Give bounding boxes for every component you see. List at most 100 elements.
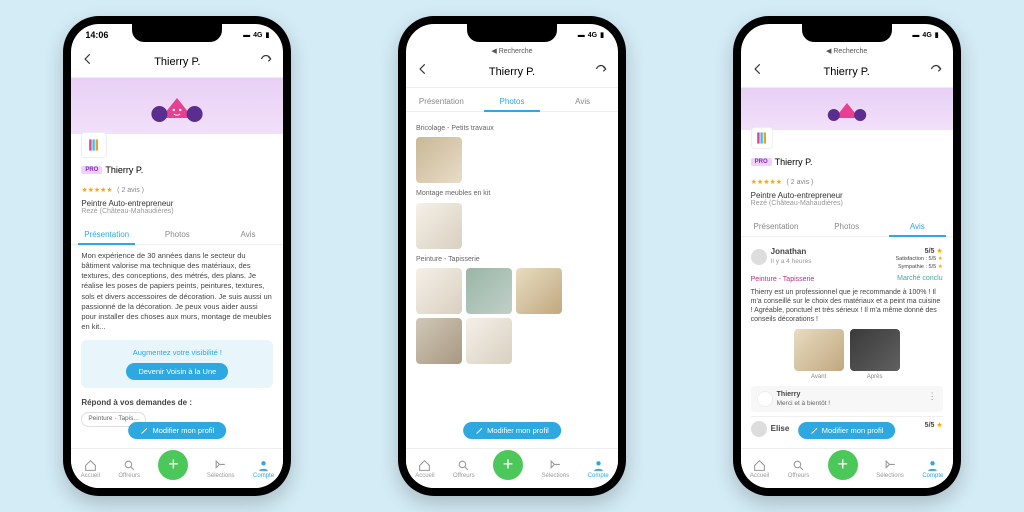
more-icon[interactable]: ⋮: [928, 390, 937, 402]
nav-add[interactable]: +: [493, 450, 523, 480]
tabs: Présentation Photos Avis: [71, 225, 283, 245]
tab-avis[interactable]: Avis: [547, 92, 618, 111]
avatar[interactable]: [81, 132, 107, 158]
photo-cat-2: Montage meubles en kit: [416, 189, 608, 198]
nav-selections[interactable]: Sélections: [876, 459, 904, 479]
back-icon[interactable]: [751, 62, 765, 81]
tab-photos[interactable]: Photos: [811, 217, 882, 236]
nav-account[interactable]: Compte: [922, 459, 943, 479]
photo-thumb[interactable]: [416, 268, 462, 314]
profile-block: PROThierry P. ★★★★★ ( 2 avis ) Peintre A…: [71, 134, 283, 221]
bottom-nav: Accueil Offreurs + Sélections Compte: [406, 448, 618, 488]
back-icon[interactable]: [416, 62, 430, 81]
featured-button[interactable]: Devenir Voisin à la Une: [126, 363, 228, 380]
photo-thumb[interactable]: [416, 203, 462, 249]
status-right: ▬ 4G ▮: [912, 31, 938, 39]
review-count: ( 2 avis ): [786, 179, 813, 186]
reviewer-name: Elise: [771, 424, 790, 435]
tab-avis[interactable]: Avis: [213, 225, 284, 244]
nav-selections[interactable]: Sélections: [207, 459, 235, 479]
nav-home[interactable]: Accueil: [81, 459, 100, 479]
location: Rezé (Château-Mahaudières): [81, 208, 273, 215]
pro-badge: PRO: [81, 166, 102, 174]
tab-presentation[interactable]: Présentation: [71, 225, 142, 244]
photo-thumb[interactable]: [416, 137, 462, 183]
reviewer-avatar: [751, 249, 767, 265]
tab-photos[interactable]: Photos: [142, 225, 213, 244]
review-photo-before[interactable]: [794, 329, 844, 371]
search-back[interactable]: ◀ Recherche: [406, 46, 618, 56]
reviewer-name: Jonathan: [771, 247, 812, 258]
tab-photos[interactable]: Photos: [477, 92, 548, 111]
visibility-title: Augmentez votre visibilité !: [89, 348, 265, 358]
header: Thierry P.: [741, 56, 953, 88]
nav-home[interactable]: Accueil: [415, 459, 434, 479]
search-back[interactable]: ◀ Recherche: [741, 46, 953, 56]
review-score: 5/5 ★ Satisfaction : 5/5 ★ Sympathie : 5…: [896, 247, 943, 271]
nav-offers[interactable]: Offreurs: [118, 459, 140, 479]
review-text: Thierry est un professionnel que je reco…: [751, 288, 943, 324]
nav-add[interactable]: +: [828, 450, 858, 480]
content-photos: Bricolage - Petits travaux Montage meubl…: [406, 112, 618, 448]
nav-add[interactable]: +: [158, 450, 188, 480]
hero-banner: [741, 88, 953, 130]
share-icon[interactable]: [259, 52, 273, 71]
owner-avatar: [757, 391, 773, 407]
nav-account[interactable]: Compte: [588, 459, 609, 479]
status-right: ▬ 4G ▮: [578, 31, 604, 39]
respond-title: Répond à vos demandes de :: [81, 398, 273, 409]
photo-cat-3: Peinture - Tapisserie: [416, 255, 608, 264]
stars-icon: ★★★★★: [81, 187, 112, 194]
tab-presentation[interactable]: Présentation: [406, 92, 477, 111]
share-icon[interactable]: [929, 62, 943, 81]
phone-avis: 15:56 ▬ 4G ▮ ◀ Recherche Thierry P. PROT…: [733, 16, 961, 496]
edit-profile-fab[interactable]: Modifier mon profil: [128, 422, 226, 440]
profile-block: PROThierry P. ★★★★★ ( 2 avis ) Peintre A…: [741, 130, 953, 213]
tab-presentation[interactable]: Présentation: [741, 217, 812, 236]
nav-home[interactable]: Accueil: [750, 459, 769, 479]
page-title: Thierry P.: [824, 66, 870, 78]
photo-thumb[interactable]: [466, 268, 512, 314]
status-bar: 15:56 ▬ 4G ▮: [741, 24, 953, 46]
header: Thierry P.: [406, 56, 618, 88]
hero-banner: [71, 78, 283, 134]
location: Rezé (Château-Mahaudières): [751, 200, 943, 207]
bottom-nav: Accueil Offreurs + Sélections Compte: [71, 448, 283, 488]
edit-profile-fab[interactable]: Modifier mon profil: [798, 422, 896, 440]
profile-name: Thierry P.: [105, 165, 143, 175]
avatar[interactable]: [751, 127, 773, 149]
nav-selections[interactable]: Sélections: [542, 459, 570, 479]
reply-text: Merci et à bientôt !: [777, 400, 830, 409]
pro-badge: PRO: [751, 158, 772, 166]
status-bar: 15:56 ▬ 4G ▮: [406, 24, 618, 46]
job-title: Peintre Auto-entrepreneur: [751, 191, 943, 200]
photo-thumb[interactable]: [416, 318, 462, 364]
review-time: Il y a 4 heures: [771, 258, 812, 267]
review-images: Avant Après: [751, 329, 943, 381]
tab-avis[interactable]: Avis: [882, 217, 953, 236]
stars-icon: ★★★★★: [751, 179, 782, 186]
content-avis: Jonathan Il y a 4 heures 5/5 ★ Satisfact…: [741, 237, 953, 448]
phone-photos: 15:56 ▬ 4G ▮ ◀ Recherche Thierry P. Prés…: [398, 16, 626, 496]
nav-account[interactable]: Compte: [253, 459, 274, 479]
back-icon[interactable]: [81, 52, 95, 71]
review-status: Marché conclu: [897, 274, 943, 283]
share-icon[interactable]: [594, 62, 608, 81]
review-score: 5/5 ★: [925, 421, 943, 430]
page-title: Thierry P.: [489, 66, 535, 78]
job-title: Peintre Auto-entrepreneur: [81, 199, 273, 208]
profile-name: Thierry P.: [775, 157, 813, 167]
tabs: Présentation Photos Avis: [406, 92, 618, 112]
phone-presentation: 14:06 ▬ 4G ▮ Thierry P. PROThierry P. ★★…: [63, 16, 291, 496]
owner-reply: ThierryMerci et à bientôt ! ⋮: [751, 386, 943, 412]
edit-profile-fab[interactable]: Modifier mon profil: [463, 422, 561, 440]
tabs: Présentation Photos Avis: [741, 217, 953, 237]
review-photo-after[interactable]: [850, 329, 900, 371]
status-right: ▬ 4G ▮: [243, 31, 269, 39]
nav-offers[interactable]: Offreurs: [788, 459, 810, 479]
nav-offers[interactable]: Offreurs: [453, 459, 475, 479]
reply-name: Thierry: [777, 390, 830, 399]
photo-thumb[interactable]: [466, 318, 512, 364]
photo-thumb[interactable]: [516, 268, 562, 314]
bio-text: Mon expérience de 30 années dans le sect…: [81, 251, 273, 332]
